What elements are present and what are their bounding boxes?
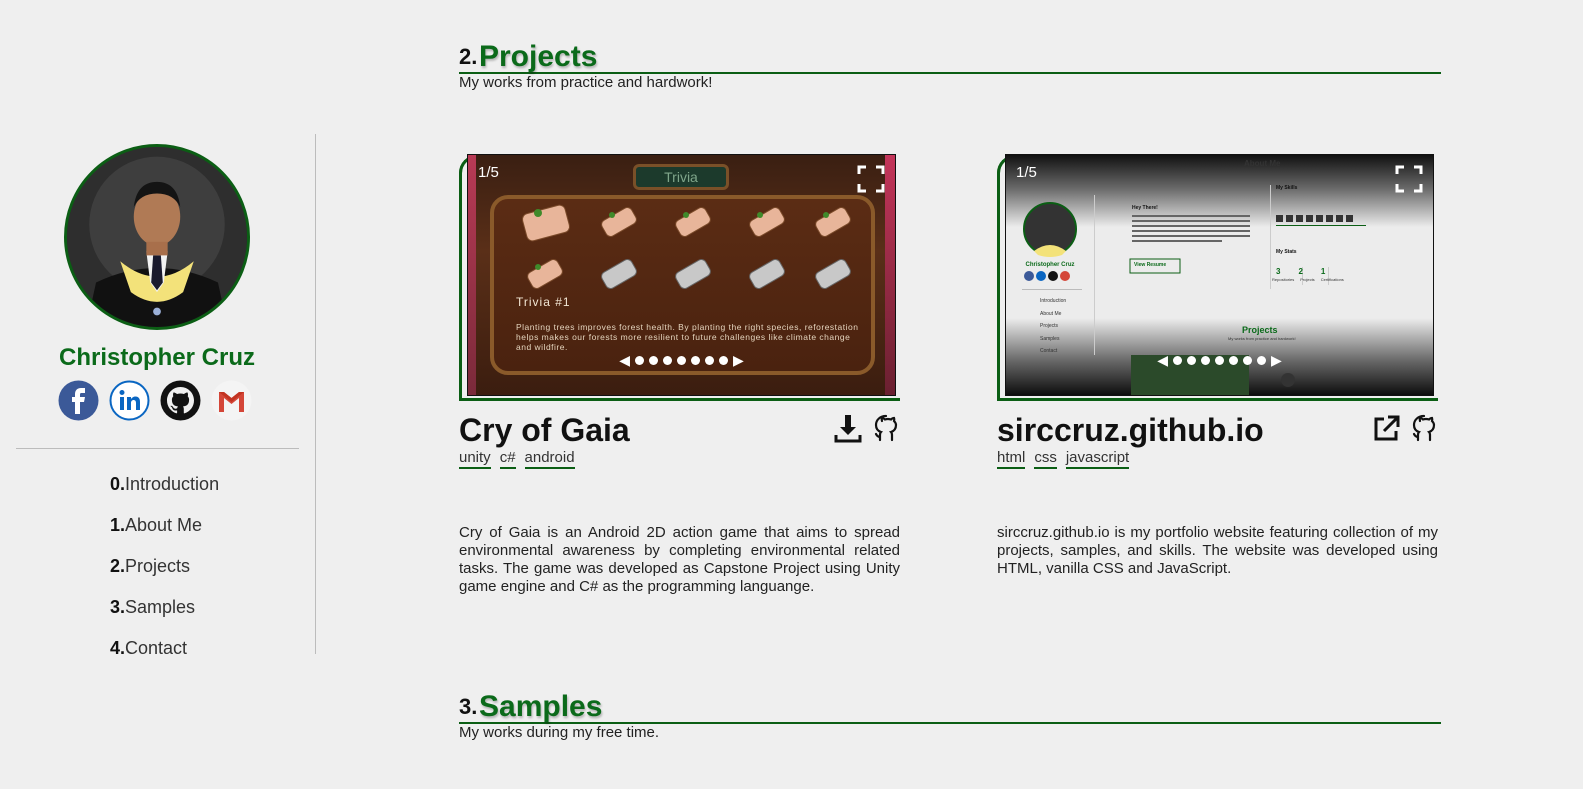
- slide-dot[interactable]: [691, 356, 700, 365]
- github-icon[interactable]: [872, 413, 900, 443]
- sidebar-divider: [16, 448, 299, 449]
- slide-dot[interactable]: [649, 356, 658, 365]
- social-links: [58, 380, 252, 421]
- preview-stat-values: 3 2 1: [1276, 267, 1326, 276]
- preview-stats-title: My Stats: [1276, 249, 1297, 255]
- project-slideshow[interactable]: Trivia Trivia #1 Planting trees improves…: [468, 155, 895, 395]
- tag[interactable]: unity: [459, 449, 491, 469]
- preview-name: Christopher Cruz: [1025, 262, 1075, 268]
- nav-item-introduction[interactable]: 0. Introduction: [110, 464, 219, 505]
- project-description: sirccruz.github.io is my portfolio websi…: [997, 524, 1438, 577]
- slide-dot[interactable]: [663, 356, 672, 365]
- project-slideshow[interactable]: About Me Hey There! Christopher Cruz Vie…: [1006, 155, 1433, 395]
- trivia-text: Planting trees improves forest health. B…: [516, 322, 859, 352]
- preview-resume-button: View Resume: [1134, 262, 1167, 268]
- preview-stat-labels: Repositories Projects Certifications: [1272, 277, 1344, 282]
- preview-nav: Introduction About Me Projects Samples C…: [1040, 298, 1067, 354]
- preview-projects-title: Projects: [1242, 325, 1278, 335]
- fullscreen-icon[interactable]: [1395, 165, 1423, 193]
- linkedin-icon[interactable]: [109, 380, 150, 421]
- projects-heading: 2. Projects: [459, 36, 1441, 74]
- preview-about-title: About Me: [1244, 159, 1281, 168]
- trivia-scrolls: [521, 204, 851, 289]
- external-link-icon[interactable]: [1372, 413, 1400, 443]
- trivia-heading: Trivia #1: [516, 295, 571, 309]
- projects-subtitle: My works from practice and hardwork!: [459, 74, 713, 91]
- slide-dots: ◀ ▶: [1006, 352, 1433, 369]
- project-tags: unity c# android: [459, 449, 575, 469]
- download-icon[interactable]: [834, 413, 862, 443]
- samples-heading: 3. Samples: [459, 686, 1441, 724]
- slide-dot[interactable]: [677, 356, 686, 365]
- slide-dot[interactable]: [719, 356, 728, 365]
- tag[interactable]: javascript: [1065, 449, 1130, 469]
- project-title: Cry of Gaia: [459, 412, 630, 448]
- nav-item-samples[interactable]: 3. Samples: [110, 587, 219, 628]
- slide-dot[interactable]: [1173, 356, 1182, 365]
- sidebar: Christopher Cruz 0. Introduction 1. About …: [16, 134, 316, 658]
- slide-counter: 1/5: [1016, 164, 1037, 181]
- facebook-icon[interactable]: [58, 380, 99, 421]
- slide-dot[interactable]: [1243, 356, 1252, 365]
- slide-counter: 1/5: [478, 164, 499, 181]
- github-icon[interactable]: [1410, 413, 1438, 443]
- avatar: [64, 144, 250, 330]
- tag[interactable]: c#: [499, 449, 516, 469]
- preview-projects-subtitle: My works from practice and hardwork!: [1228, 336, 1296, 341]
- trivia-tab: Trivia: [633, 164, 729, 190]
- project-tags: html css javascript: [997, 449, 1130, 469]
- fullscreen-icon[interactable]: [857, 165, 885, 193]
- samples-subtitle: My works during my free time.: [459, 724, 660, 741]
- project-description: Cry of Gaia is an Android 2D action game…: [459, 524, 900, 595]
- tag[interactable]: android: [524, 449, 575, 469]
- preview-skills-title: My Skills: [1276, 185, 1298, 191]
- slide-dot[interactable]: [1187, 356, 1196, 365]
- slide-dot[interactable]: [1201, 356, 1210, 365]
- preview-greeting: Hey There!: [1132, 205, 1158, 211]
- profile-photo: [67, 147, 247, 327]
- tag[interactable]: css: [1034, 449, 1057, 469]
- preview-socials: [1024, 271, 1070, 281]
- slide-dot[interactable]: [1257, 356, 1266, 365]
- github-icon[interactable]: [160, 380, 201, 421]
- tag[interactable]: html: [997, 449, 1026, 469]
- nav-item-about-me[interactable]: 1. About Me: [110, 505, 219, 546]
- nav-item-projects[interactable]: 2. Projects: [110, 546, 219, 587]
- slide-dot[interactable]: [1229, 356, 1238, 365]
- nav-item-contact[interactable]: 4. Contact: [110, 628, 219, 669]
- project-title: sirccruz.github.io: [997, 412, 1264, 448]
- prev-arrow-icon[interactable]: ◀: [1157, 352, 1168, 369]
- sidebar-nav: 0. Introduction 1. About Me 2. Projects 3. S…: [110, 464, 219, 669]
- slide-dot[interactable]: [1215, 356, 1224, 365]
- next-arrow-icon[interactable]: ▶: [1271, 352, 1282, 369]
- slide-dot[interactable]: [705, 356, 714, 365]
- slide-dots: ◀ ▶: [468, 352, 895, 369]
- next-arrow-icon[interactable]: ▶: [733, 352, 744, 369]
- profile-name: Christopher Cruz: [58, 344, 255, 371]
- prev-arrow-icon[interactable]: ◀: [619, 352, 630, 369]
- gmail-icon[interactable]: [211, 380, 252, 421]
- slide-dot[interactable]: [635, 356, 644, 365]
